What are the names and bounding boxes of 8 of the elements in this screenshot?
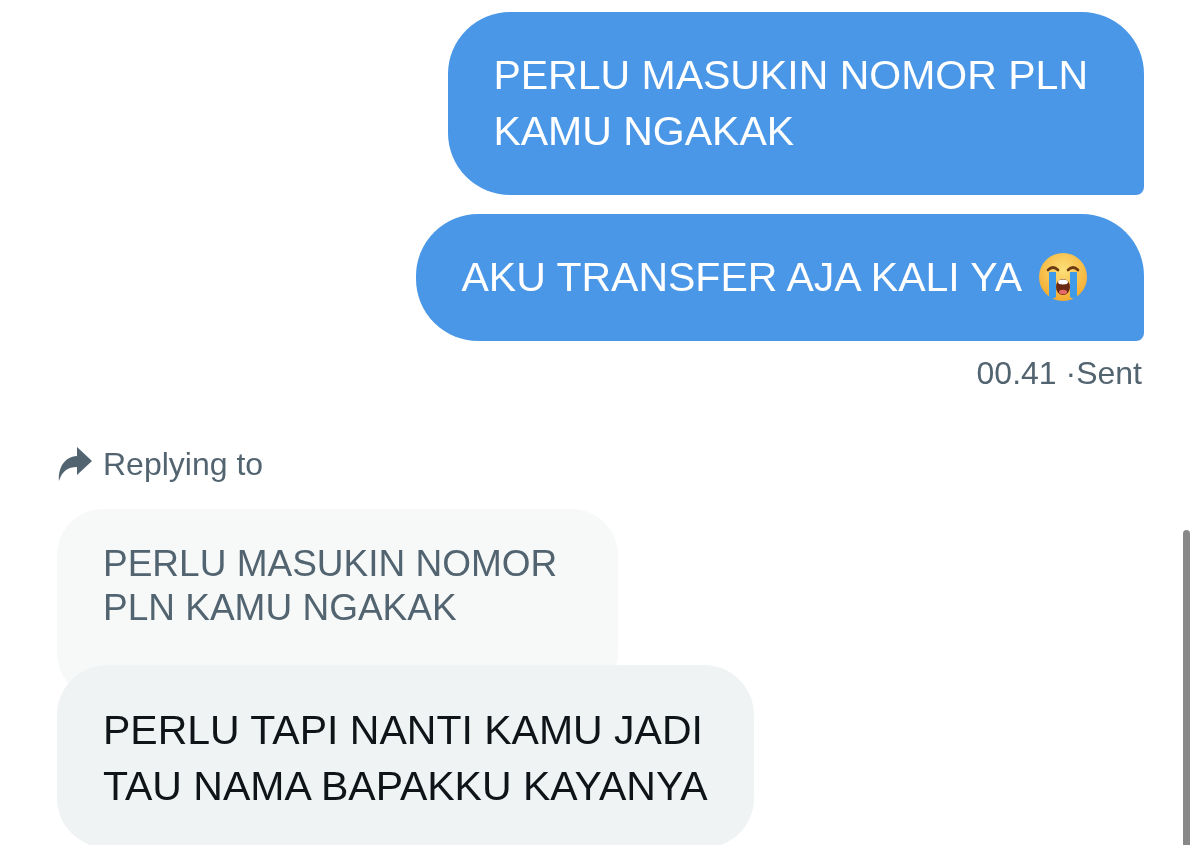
replying-to-label: Replying to (103, 445, 264, 484)
quoted-message-text: PERLU MASUKIN NOMOR PLN KAMU NGAKAK (103, 542, 559, 630)
message-text: PERLU MASUKIN NOMOR PLN KAMU NGAKAK (493, 51, 1088, 156)
message-text: AKU TRANSFER AJA KALI YA (461, 253, 1022, 302)
message-status: 00.41 ·Sent (976, 355, 1142, 391)
scrollbar-thumb[interactable] (1183, 530, 1190, 845)
reply-arrow-icon (58, 446, 92, 482)
message-text: PERLU TAPI NANTI KAMU JADI TAU NAMA BAPAKKU KAYANYA (103, 706, 708, 811)
